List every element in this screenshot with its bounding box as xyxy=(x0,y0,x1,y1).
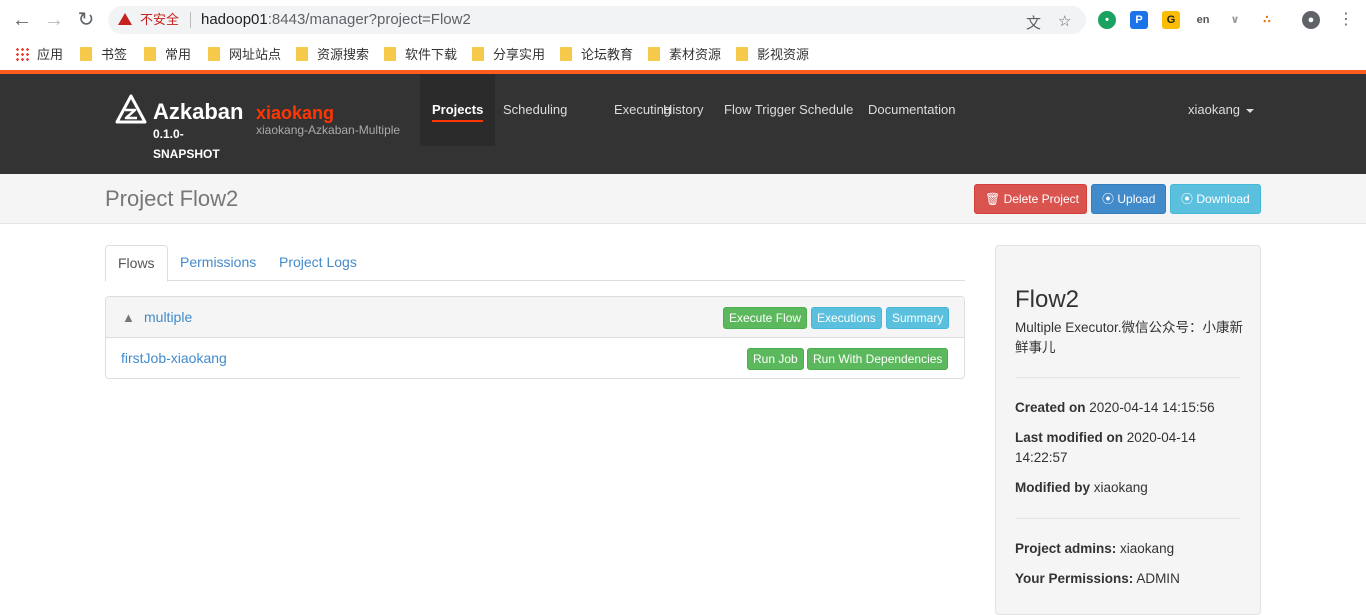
extension-v-icon[interactable]: ∨ xyxy=(1226,11,1244,29)
run-with-dependencies-button[interactable]: Run With Dependencies xyxy=(807,348,949,370)
nav-history[interactable]: History xyxy=(651,74,715,146)
trash-icon: 🗑 xyxy=(985,192,1001,206)
project-admins: Project admins: xiaokang xyxy=(1015,541,1175,556)
forward-arrow-icon[interactable]: → xyxy=(42,8,66,32)
bookmark-folder[interactable]: 资源搜索 xyxy=(296,46,369,64)
url-text[interactable]: hadoop01:8443/manager?project=Flow2 xyxy=(201,11,471,29)
folder-icon xyxy=(296,47,308,61)
star-icon[interactable]: ☆ xyxy=(1058,12,1071,30)
project-header: Project Flow2 🗑 Delete Project ⦿ Upload … xyxy=(0,174,1366,224)
reload-icon[interactable]: ↻ xyxy=(74,8,98,32)
bookmark-folder[interactable]: 网址站点 xyxy=(208,46,281,64)
nav-documentation[interactable]: Documentation xyxy=(856,74,967,146)
flow-name-link[interactable]: multiple xyxy=(144,309,192,325)
execute-flow-button[interactable]: Execute Flow xyxy=(723,307,808,329)
chevron-up-icon[interactable]: ▲ xyxy=(122,310,135,325)
flow-panel: ▲ multiple Execute Flow Executions Summa… xyxy=(105,296,965,379)
project-description: Multiple Executor.微信公众号：小康新鲜事儿 xyxy=(1015,320,1244,355)
project-tabs: Flows Permissions Project Logs xyxy=(105,245,965,282)
apps-grid-icon xyxy=(15,47,29,61)
user-dropdown[interactable]: xiaokang xyxy=(1188,102,1255,117)
folder-icon xyxy=(560,47,572,61)
download-circle-icon: ⦿ xyxy=(1181,192,1194,206)
bookmark-folder[interactable]: 论坛教育 xyxy=(560,46,633,64)
folder-icon xyxy=(80,47,92,61)
bookmark-folder[interactable]: 分享实用 xyxy=(472,46,545,64)
last-modified-on: Last modified on 2020-04-14 14:22:57 xyxy=(1015,430,1196,465)
omnibox-separator xyxy=(190,12,191,28)
extension-green-icon[interactable]: • xyxy=(1098,11,1116,29)
download-button[interactable]: ⦿ Download xyxy=(1170,184,1261,214)
bookmarks-bar: 应用 书签 常用 网址站点 资源搜索 软件下载 分享实用 论坛教育 素材资源 影… xyxy=(0,40,1366,70)
app-header: Azkaban 0.1.0-SNAPSHOT xiaokang xiaokang… xyxy=(0,74,1366,174)
divider xyxy=(1015,518,1240,519)
bookmark-folder[interactable]: 常用 xyxy=(144,46,191,64)
folder-icon xyxy=(384,47,396,61)
summary-button[interactable]: Summary xyxy=(886,307,950,329)
folder-icon xyxy=(472,47,484,61)
profile-icon[interactable]: ● xyxy=(1302,11,1320,29)
menu-dots-icon[interactable]: ⋮ xyxy=(1334,8,1358,32)
extension-g-icon[interactable]: G xyxy=(1162,11,1180,29)
nav-scheduling[interactable]: Scheduling xyxy=(491,74,579,146)
project-name: Flow2 xyxy=(1015,286,1080,313)
nav-projects[interactable]: Projects xyxy=(420,74,496,146)
upload-button[interactable]: ⦿ Upload xyxy=(1091,184,1166,214)
your-permissions: Your Permissions: ADMIN xyxy=(1015,571,1180,586)
address-bar[interactable]: 不安全 hadoop01:8443/manager?project=Flow2 … xyxy=(108,6,1086,34)
bookmark-folder[interactable]: 素材资源 xyxy=(648,46,721,64)
folder-icon xyxy=(144,47,156,61)
bookmark-apps[interactable]: 应用 xyxy=(15,46,63,64)
created-on: Created on 2020-04-14 14:15:56 xyxy=(1015,400,1215,415)
folder-icon xyxy=(736,47,748,61)
modified-by: Modified by xiaokang xyxy=(1015,480,1148,495)
job-name-link[interactable]: firstJob-xiaokang xyxy=(121,350,227,366)
delete-project-button[interactable]: 🗑 Delete Project xyxy=(974,184,1087,214)
upload-circle-icon: ⦿ xyxy=(1102,192,1115,206)
tab-permissions[interactable]: Permissions xyxy=(168,245,268,281)
brand-name[interactable]: Azkaban xyxy=(153,98,243,126)
warning-icon xyxy=(118,13,132,25)
extension-en-icon[interactable]: en xyxy=(1194,11,1212,29)
azkaban-logo-icon[interactable] xyxy=(115,94,147,126)
folder-icon xyxy=(648,47,660,61)
azkaban-username: xiaokang xyxy=(256,103,335,123)
project-sidebar: Flow2 Multiple Executor.微信公众号：小康新鲜事儿 Cre… xyxy=(995,245,1261,615)
tab-flows[interactable]: Flows xyxy=(105,245,168,282)
bookmark-folder[interactable]: 书签 xyxy=(80,46,127,64)
bookmark-folder[interactable]: 软件下载 xyxy=(384,46,457,64)
executions-button[interactable]: Executions xyxy=(811,307,882,329)
tab-project-logs[interactable]: Project Logs xyxy=(267,245,369,281)
run-job-button[interactable]: Run Job xyxy=(747,348,804,370)
nav-flow-trigger-schedule[interactable]: Flow Trigger Schedule xyxy=(712,74,865,146)
browser-toolbar: ← → ↻ 不安全 hadoop01:8443/manager?project=… xyxy=(0,0,1366,40)
folder-icon xyxy=(208,47,220,61)
azkaban-subtitle: xiaokang-Azkaban-Multiple xyxy=(256,123,401,137)
extension-tree-icon[interactable]: ∴ xyxy=(1258,11,1276,29)
translate-icon[interactable]: 文 xyxy=(1026,12,1041,33)
divider xyxy=(1015,377,1240,378)
back-arrow-icon[interactable]: ← xyxy=(10,8,34,32)
bookmark-folder[interactable]: 影视资源 xyxy=(736,46,809,64)
caret-down-icon xyxy=(1246,108,1255,113)
version-label: 0.1.0-SNAPSHOT xyxy=(153,127,220,161)
page-title: Project Flow2 xyxy=(105,186,239,211)
flow-panel-header: ▲ multiple Execute Flow Executions Summa… xyxy=(106,297,964,338)
extension-p-icon[interactable]: P xyxy=(1130,11,1148,29)
security-warning[interactable]: 不安全 xyxy=(118,11,179,29)
